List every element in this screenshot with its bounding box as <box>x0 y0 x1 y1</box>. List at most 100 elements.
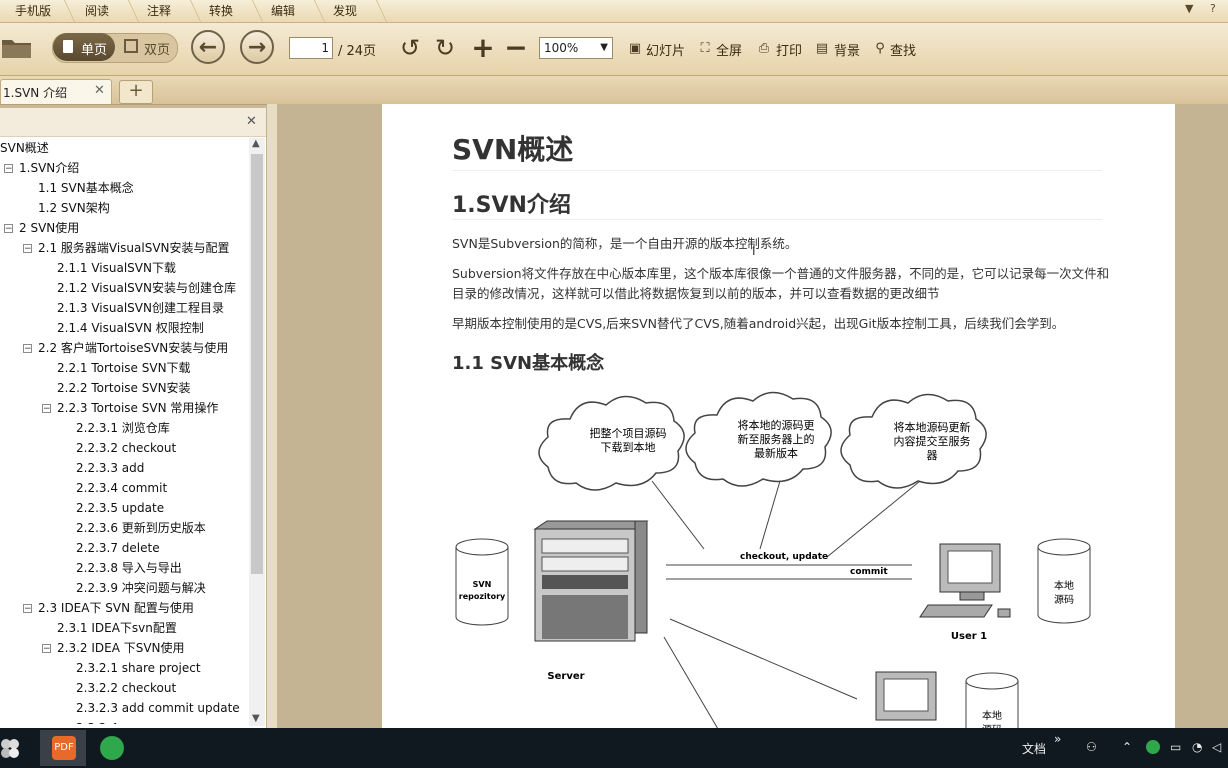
battery-icon[interactable]: ▭ <box>1170 740 1181 754</box>
toc-item[interactable]: 2 SVN使用 <box>19 218 79 238</box>
collapse-toggle-icon[interactable]: − <box>23 604 32 614</box>
toc-item[interactable]: 2.2.1 Tortoise SVN下载 <box>57 358 191 378</box>
close-tab-icon[interactable]: ✕ <box>94 83 105 98</box>
new-tab-button[interactable]: + <box>119 80 153 104</box>
toc-item[interactable]: 2.2.3.6 更新到历史版本 <box>76 518 206 538</box>
toc-item[interactable]: 2.1.3 VisualSVN创建工程目录 <box>57 298 224 318</box>
fullscreen-button[interactable]: 全屏 <box>716 40 742 59</box>
link-arrow <box>669 618 858 700</box>
scrollbar-thumb[interactable] <box>251 154 263 574</box>
tray-app-icon[interactable] <box>1146 740 1160 754</box>
page-number-input[interactable]: 1 <box>289 37 333 59</box>
toc-item[interactable]: 2.2.3.9 冲突问题与解决 <box>76 578 206 598</box>
toc-item[interactable]: 2.2.3.7 delete <box>76 538 160 558</box>
collapse-toggle-icon[interactable]: − <box>23 344 32 354</box>
collapse-toggle-icon[interactable]: − <box>23 244 32 254</box>
taskbar-doc-label[interactable]: 文档 <box>1022 740 1046 757</box>
scroll-down-icon[interactable]: ▼ <box>252 713 260 724</box>
toc-item[interactable]: 2.2 客户端TortoiseSVN安装与使用 <box>38 338 228 358</box>
toc-item[interactable]: 1.2 SVN架构 <box>38 198 110 218</box>
repo-label-2: repozitory <box>459 592 506 601</box>
slideshow-button[interactable]: 幻灯片 <box>646 40 685 59</box>
double-page-button[interactable]: 双页 <box>120 33 176 61</box>
toc-item-label: 2.2.2 Tortoise SVN安装 <box>57 381 191 395</box>
toc-item-label: 2.2.1 Tortoise SVN下载 <box>57 361 191 375</box>
close-sidebar-icon[interactable]: ✕ <box>246 114 257 129</box>
splitter[interactable] <box>267 104 277 728</box>
toc-item-label: 2.3.2.1 share project <box>76 661 201 675</box>
toc-item[interactable]: 2.3.2.1 share project <box>76 658 201 678</box>
toc-item[interactable]: 2.2.3.2 checkout <box>76 438 176 458</box>
menu-tab-convert[interactable]: 转换 <box>190 0 252 22</box>
toc-item[interactable]: 2.2.3.4 commit <box>76 478 167 498</box>
toc-item[interactable]: 2.2.2 Tortoise SVN安装 <box>57 378 191 398</box>
toc-item[interactable]: 1.1 SVN基本概念 <box>38 178 134 198</box>
document-tab[interactable]: 1.SVN 介绍 ✕ <box>0 79 112 104</box>
background-button[interactable]: 背景 <box>834 40 860 59</box>
collapse-toggle-icon[interactable]: − <box>42 404 51 414</box>
tray-chevron-up-icon[interactable]: ⌃ <box>1122 740 1132 754</box>
browser-icon[interactable] <box>100 736 124 760</box>
network-icon[interactable]: ◔ <box>1192 740 1202 754</box>
toc-item[interactable]: 2.2.3 Tortoise SVN 常用操作 <box>57 398 218 418</box>
collapse-toggle-icon[interactable]: − <box>4 164 13 174</box>
taskbar-pdf-app[interactable]: PDF <box>40 730 86 766</box>
toolbar: 单页 双页 ← → 1 / 24页 ↺ ↻ + − 100% ▼ ▣ 幻灯片 ⛶… <box>0 23 1228 76</box>
toc-item-label: 2 SVN使用 <box>19 221 80 235</box>
toc-item-label: 2.3.1 IDEA下svn配置 <box>57 621 177 635</box>
toc-item[interactable]: 2.1.4 VisualSVN 权限控制 <box>57 318 204 338</box>
cloud1-line1: 把整个项目源码 <box>590 426 667 440</box>
toc-item[interactable]: 2.3 IDEA下 SVN 配置与使用 <box>38 598 194 618</box>
doc-scroll-track[interactable] <box>1208 104 1228 728</box>
open-folder-icon[interactable] <box>0 33 34 61</box>
toc-item[interactable]: 2.2.3.1 浏览仓库 <box>76 418 170 438</box>
help-icon[interactable]: ? <box>1210 2 1216 15</box>
next-page-icon[interactable]: → <box>240 30 274 64</box>
print-button[interactable]: 打印 <box>776 40 802 59</box>
single-page-button[interactable]: 单页 <box>53 33 115 61</box>
rotate-right-icon[interactable]: ↻ <box>432 34 458 62</box>
server-icon: Server <box>533 520 649 682</box>
menu-tab-read[interactable]: 阅读 <box>66 0 128 22</box>
toc-item[interactable]: 2.2.3.3 add <box>76 458 144 478</box>
toc-item[interactable]: 2.3.2.3 add commit update <box>76 698 240 718</box>
zoom-in-icon[interactable]: + <box>470 31 496 64</box>
menu-tab-mobile[interactable]: 手机版 <box>2 0 64 22</box>
toc-item[interactable]: 1.SVN介绍 <box>19 158 79 178</box>
toc-item[interactable]: 2.1.2 VisualSVN安装与创建仓库 <box>57 278 236 298</box>
chevron-right-icon[interactable]: » <box>1054 732 1061 746</box>
toc-scrollbar[interactable]: ▲ ▼ <box>249 138 265 726</box>
toc-item[interactable]: 2.3.1 IDEA下svn配置 <box>57 618 177 638</box>
scroll-up-icon[interactable]: ▲ <box>252 138 260 149</box>
toc-item[interactable]: 2.1.1 VisualSVN下载 <box>57 258 176 278</box>
toc-item-label: 2.1.3 VisualSVN创建工程目录 <box>57 301 224 315</box>
start-icon[interactable] <box>0 736 22 760</box>
people-icon[interactable]: ⚇ <box>1086 740 1097 754</box>
user2-computer-icon <box>875 671 937 721</box>
toc-item[interactable]: SVN概述 <box>0 138 49 158</box>
toc-item[interactable]: 2.3.2.2 checkout <box>76 678 176 698</box>
pdf-app-icon: PDF <box>52 736 76 760</box>
collapse-toggle-icon[interactable]: − <box>4 224 13 234</box>
ribbon-collapse-icon[interactable]: ▼ <box>1185 2 1193 15</box>
toc-item-label: 2.2.3 Tortoise SVN 常用操作 <box>57 401 219 415</box>
menu-tab-annotate[interactable]: 注释 <box>128 0 190 22</box>
toc-item[interactable]: 2.3.2.4 ... <box>76 718 133 724</box>
menu-tab-edit[interactable]: 编辑 <box>252 0 314 22</box>
prev-page-icon[interactable]: ← <box>191 30 225 64</box>
cloud1-line2: 下载到本地 <box>601 440 656 454</box>
toc-item[interactable]: 2.2.3.5 update <box>76 498 164 518</box>
rotate-left-icon[interactable]: ↺ <box>397 34 423 62</box>
pointer-line <box>651 480 705 550</box>
volume-icon[interactable]: ◁ <box>1212 740 1221 754</box>
find-button[interactable]: 查找 <box>890 40 916 59</box>
toc-tree: SVN概述 1.SVN介绍 −1.1 SVN基本概念 1.2 SVN架构 2 SVN使用… <box>0 138 248 724</box>
collapse-toggle-icon[interactable]: − <box>42 644 51 654</box>
zoom-select[interactable]: 100% ▼ <box>539 37 613 59</box>
toc-item-label: 1.SVN介绍 <box>19 161 80 175</box>
toc-item[interactable]: 2.3.2 IDEA 下SVN使用 <box>57 638 185 658</box>
menu-tab-discover[interactable]: 发现 <box>314 0 376 22</box>
toc-item[interactable]: 2.2.3.8 导入与导出 <box>76 558 182 578</box>
zoom-out-icon[interactable]: − <box>503 31 529 64</box>
toc-item[interactable]: 2.1 服务器端VisualSVN安装与配置 <box>38 238 230 258</box>
